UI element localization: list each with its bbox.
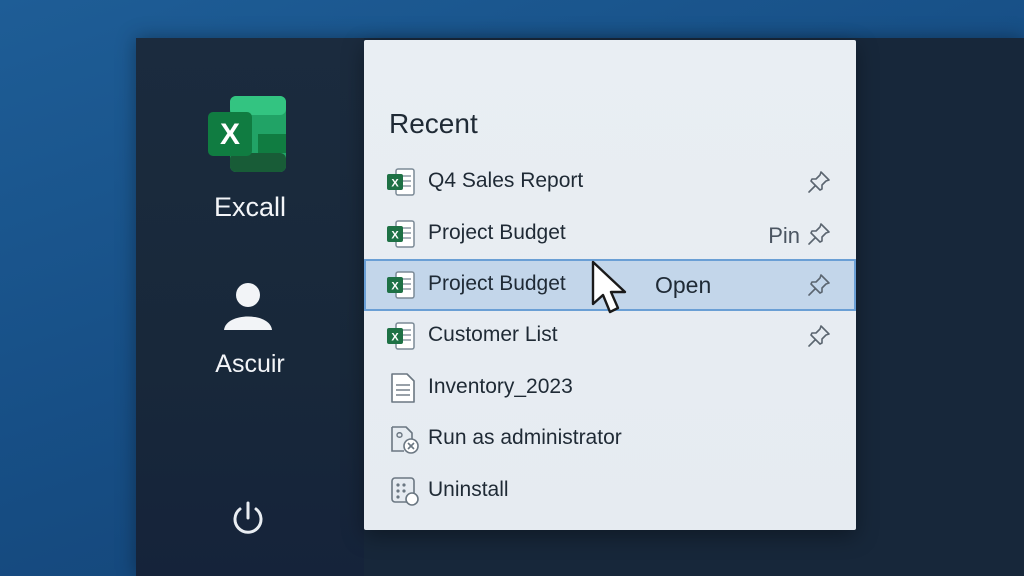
- pin-icon[interactable]: [806, 221, 832, 247]
- app-name: Excall: [213, 192, 287, 222]
- pin-icon[interactable]: [806, 272, 832, 298]
- recent-item-label: Q4 Sales Report: [428, 169, 584, 192]
- action-label: Run as administrator: [428, 426, 622, 449]
- admin-shield-icon: [390, 423, 422, 454]
- recent-item-label: Project Budget: [428, 221, 566, 244]
- svg-text:X: X: [391, 178, 399, 190]
- action-label: Uninstall: [428, 478, 509, 501]
- user-avatar-icon[interactable]: [222, 280, 274, 332]
- svg-text:X: X: [391, 230, 399, 242]
- action-uninstall[interactable]: Uninstall: [364, 466, 856, 516]
- svg-text:X: X: [391, 332, 399, 344]
- recent-item[interactable]: X Q4 Sales Report: [364, 157, 856, 207]
- action-inventory[interactable]: Inventory_2023: [364, 363, 856, 413]
- recent-item[interactable]: X Customer List: [364, 311, 856, 361]
- excel-file-icon: X: [386, 167, 418, 197]
- power-icon[interactable]: [229, 500, 267, 538]
- recent-item[interactable]: X Project Budget Pin: [364, 209, 856, 259]
- document-icon: [390, 372, 422, 403]
- recent-item-label: Customer List: [428, 323, 558, 346]
- excel-app-icon[interactable]: X: [208, 94, 288, 174]
- recent-heading: Recent: [389, 108, 478, 139]
- user-name: Ascuir: [215, 350, 285, 378]
- pin-icon[interactable]: [806, 323, 832, 349]
- action-run-as-admin[interactable]: Run as administrator: [364, 414, 856, 464]
- recent-item-label: Project Budget: [428, 272, 566, 295]
- uninstall-icon: [390, 475, 422, 506]
- action-label: Inventory_2023: [428, 375, 573, 398]
- svg-text:X: X: [220, 118, 240, 151]
- open-hint: Open: [655, 272, 712, 298]
- svg-text:X: X: [391, 281, 399, 293]
- pin-icon[interactable]: [806, 169, 832, 195]
- excel-file-icon: X: [386, 219, 418, 249]
- mouse-pointer-icon: [590, 260, 630, 318]
- excel-file-icon: X: [386, 270, 418, 300]
- excel-file-icon: X: [386, 321, 418, 351]
- pin-hint: Pin: [768, 223, 800, 248]
